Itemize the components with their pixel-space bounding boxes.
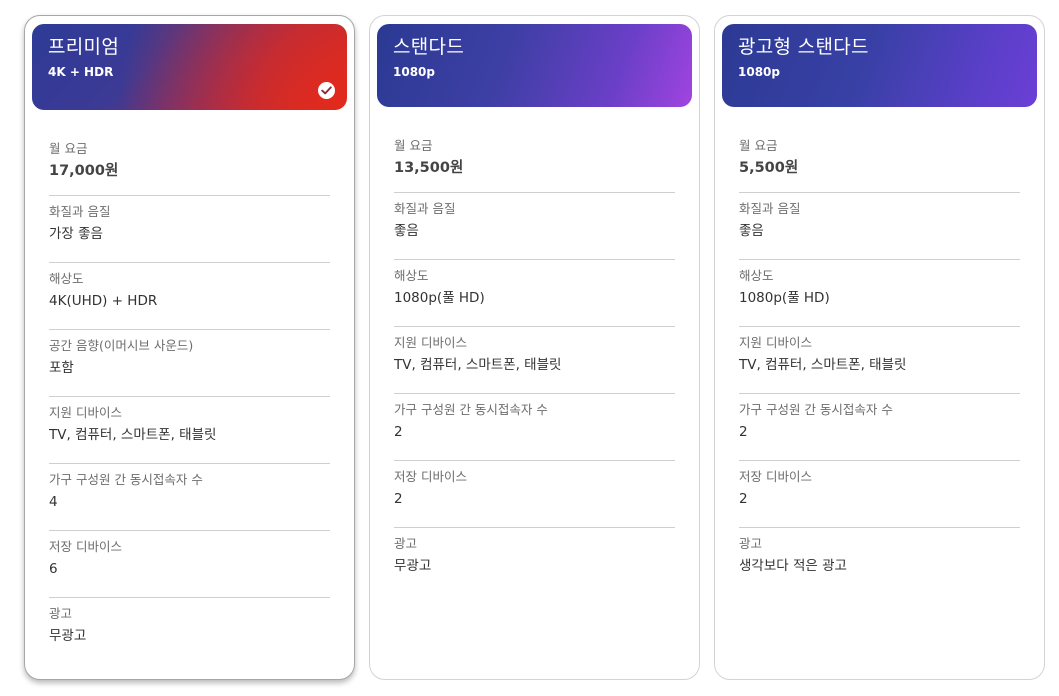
detail-row-download-devices: 저장 디바이스 6 bbox=[49, 531, 330, 598]
detail-value: 5,500원 bbox=[739, 160, 799, 176]
detail-row-spatial-audio: 공간 음향(이머시브 사운드) 포함 bbox=[49, 330, 330, 397]
detail-row-ads: 광고 무광고 bbox=[394, 528, 675, 595]
detail-label: 해상도 bbox=[394, 268, 429, 283]
plan-card-standard[interactable]: 스탠다드 1080p 월 요금 13,500원 화질과 음질 좋음 해상도 10… bbox=[369, 15, 700, 680]
plan-resolution: 1080p bbox=[738, 65, 780, 79]
detail-value: 2 bbox=[394, 491, 403, 507]
detail-row-resolution: 해상도 1080p(풀 HD) bbox=[394, 260, 675, 327]
detail-label: 가구 구성원 간 동시접속자 수 bbox=[739, 402, 893, 417]
detail-row-ads: 광고 생각보다 적은 광고 bbox=[739, 528, 1020, 595]
plan-resolution: 1080p bbox=[393, 65, 435, 79]
detail-row-concurrent-streams: 가구 구성원 간 동시접속자 수 4 bbox=[49, 464, 330, 531]
plan-header-standard-with-ads: 광고형 스탠다드 1080p bbox=[722, 24, 1037, 107]
detail-row-quality: 화질과 음질 좋음 bbox=[739, 193, 1020, 260]
plan-details: 월 요금 5,500원 화질과 음질 좋음 해상도 1080p(풀 HD) 지원… bbox=[739, 131, 1020, 595]
detail-label: 화질과 음질 bbox=[394, 201, 456, 216]
detail-row-monthly-price: 월 요금 5,500원 bbox=[739, 131, 1020, 193]
plan-details: 월 요금 17,000원 화질과 음질 가장 좋음 해상도 4K(UHD) + … bbox=[49, 134, 330, 665]
detail-value: 2 bbox=[394, 424, 403, 440]
detail-row-monthly-price: 월 요금 13,500원 bbox=[394, 131, 675, 193]
detail-label: 해상도 bbox=[739, 268, 774, 283]
detail-row-devices: 지원 디바이스 TV, 컴퓨터, 스마트폰, 태블릿 bbox=[49, 397, 330, 464]
detail-label: 가구 구성원 간 동시접속자 수 bbox=[394, 402, 548, 417]
detail-value: 17,000원 bbox=[49, 163, 119, 179]
detail-label: 공간 음향(이머시브 사운드) bbox=[49, 338, 194, 353]
detail-label: 지원 디바이스 bbox=[394, 335, 467, 350]
detail-label: 화질과 음질 bbox=[739, 201, 801, 216]
detail-value: 무광고 bbox=[49, 628, 87, 644]
detail-value: 좋음 bbox=[739, 223, 764, 239]
detail-row-ads: 광고 무광고 bbox=[49, 598, 330, 665]
detail-row-download-devices: 저장 디바이스 2 bbox=[394, 461, 675, 528]
detail-value: TV, 컴퓨터, 스마트폰, 태블릿 bbox=[49, 427, 217, 443]
detail-value: 4 bbox=[49, 494, 58, 510]
detail-label: 월 요금 bbox=[49, 141, 88, 156]
detail-value: 가장 좋음 bbox=[49, 226, 103, 242]
detail-row-monthly-price: 월 요금 17,000원 bbox=[49, 134, 330, 196]
plan-name: 광고형 스탠다드 bbox=[738, 36, 869, 58]
plan-header-premium: 프리미엄 4K + HDR bbox=[32, 24, 347, 110]
plan-card-premium[interactable]: 프리미엄 4K + HDR 월 요금 17,000원 화질과 음질 가장 좋음 … bbox=[24, 15, 355, 680]
detail-value: 생각보다 적은 광고 bbox=[739, 558, 847, 574]
detail-row-devices: 지원 디바이스 TV, 컴퓨터, 스마트폰, 태블릿 bbox=[394, 327, 675, 394]
detail-value: 4K(UHD) + HDR bbox=[49, 293, 158, 309]
detail-row-resolution: 해상도 4K(UHD) + HDR bbox=[49, 263, 330, 330]
plan-name: 프리미엄 bbox=[48, 36, 120, 58]
plan-header-standard: 스탠다드 1080p bbox=[377, 24, 692, 107]
detail-label: 지원 디바이스 bbox=[49, 405, 122, 420]
detail-label: 지원 디바이스 bbox=[739, 335, 812, 350]
detail-value: TV, 컴퓨터, 스마트폰, 태블릿 bbox=[739, 357, 907, 373]
detail-label: 가구 구성원 간 동시접속자 수 bbox=[49, 472, 203, 487]
detail-value: 13,500원 bbox=[394, 160, 464, 176]
detail-value: 무광고 bbox=[394, 558, 432, 574]
detail-label: 광고 bbox=[394, 536, 418, 551]
detail-label: 화질과 음질 bbox=[49, 204, 111, 219]
detail-value: 6 bbox=[49, 561, 58, 577]
detail-label: 해상도 bbox=[49, 271, 84, 286]
detail-value: 2 bbox=[739, 424, 748, 440]
detail-row-quality: 화질과 음질 좋음 bbox=[394, 193, 675, 260]
detail-row-concurrent-streams: 가구 구성원 간 동시접속자 수 2 bbox=[739, 394, 1020, 461]
detail-label: 월 요금 bbox=[739, 138, 778, 153]
detail-row-quality: 화질과 음질 가장 좋음 bbox=[49, 196, 330, 263]
detail-row-download-devices: 저장 디바이스 2 bbox=[739, 461, 1020, 528]
detail-value: 2 bbox=[739, 491, 748, 507]
detail-value: 1080p(풀 HD) bbox=[394, 290, 485, 306]
plan-details: 월 요금 13,500원 화질과 음질 좋음 해상도 1080p(풀 HD) 지… bbox=[394, 131, 675, 595]
detail-label: 광고 bbox=[739, 536, 763, 551]
detail-label: 저장 디바이스 bbox=[394, 469, 467, 484]
detail-value: TV, 컴퓨터, 스마트폰, 태블릿 bbox=[394, 357, 562, 373]
detail-row-devices: 지원 디바이스 TV, 컴퓨터, 스마트폰, 태블릿 bbox=[739, 327, 1020, 394]
plan-card-standard-with-ads[interactable]: 광고형 스탠다드 1080p 월 요금 5,500원 화질과 음질 좋음 해상도… bbox=[714, 15, 1045, 680]
plan-resolution: 4K + HDR bbox=[48, 65, 114, 79]
detail-label: 저장 디바이스 bbox=[49, 539, 122, 554]
detail-label: 저장 디바이스 bbox=[739, 469, 812, 484]
detail-label: 월 요금 bbox=[394, 138, 433, 153]
detail-value: 1080p(풀 HD) bbox=[739, 290, 830, 306]
plan-name: 스탠다드 bbox=[393, 36, 465, 58]
detail-row-concurrent-streams: 가구 구성원 간 동시접속자 수 2 bbox=[394, 394, 675, 461]
detail-row-resolution: 해상도 1080p(풀 HD) bbox=[739, 260, 1020, 327]
detail-value: 좋음 bbox=[394, 223, 419, 239]
checkmark-circle-icon bbox=[318, 82, 335, 99]
detail-value: 포함 bbox=[49, 360, 74, 376]
detail-label: 광고 bbox=[49, 606, 73, 621]
